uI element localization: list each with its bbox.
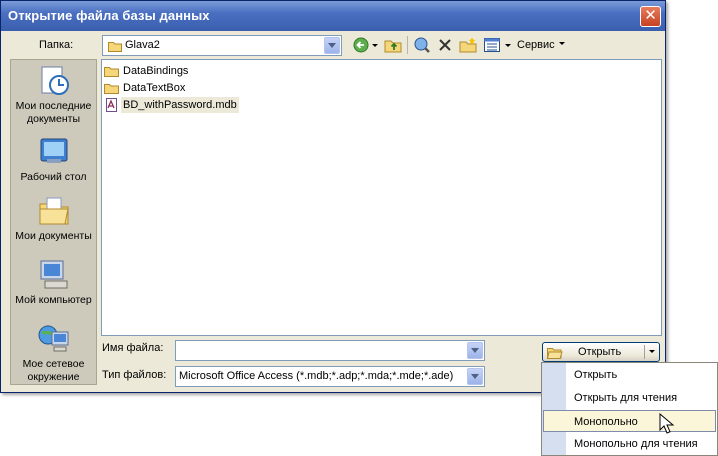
- filename-input[interactable]: [175, 340, 485, 361]
- lookin-value: Glava2: [125, 39, 160, 51]
- menu-item-label: Открыть: [574, 369, 618, 381]
- file-name: BD_withPassword.mdb: [121, 97, 239, 113]
- place-network-label: Мое сетевое окружение: [22, 358, 85, 383]
- mouse-cursor-icon: [659, 413, 675, 434]
- menu-item-label: Открыть для чтения: [574, 392, 678, 404]
- place-my-documents[interactable]: Мои документы: [11, 194, 96, 243]
- my-computer-icon: [40, 260, 67, 289]
- lookin-combo[interactable]: Glava2: [102, 35, 342, 56]
- menu-item-open-exclusive[interactable]: Монопольно: [543, 410, 716, 432]
- place-my-computer[interactable]: Мой компьютер: [11, 258, 96, 307]
- new-folder-icon[interactable]: [459, 36, 477, 54]
- place-recent-label: Мои последние документы: [15, 100, 92, 125]
- up-folder-icon[interactable]: [384, 36, 402, 54]
- menu-item-label: Монопольно: [574, 416, 638, 428]
- place-my-computer-label: Мой компьютер: [15, 294, 92, 306]
- open-button-label: Открыть: [578, 346, 622, 358]
- place-network[interactable]: Мое сетевое окружение: [11, 322, 96, 384]
- folder-icon: [108, 42, 122, 52]
- access-database-icon: [106, 98, 117, 112]
- menu-item-open-exclusive-read-only[interactable]: Монопольно для чтения: [543, 433, 716, 455]
- lookin-label: Папка:: [39, 39, 74, 51]
- filetype-dropdown-button[interactable]: [467, 368, 483, 385]
- filename-dropdown-button[interactable]: [467, 342, 483, 359]
- delete-icon[interactable]: [437, 36, 453, 54]
- lookin-dropdown-button[interactable]: [324, 37, 340, 54]
- filetype-value: Microsoft Office Access (*.mdb;*.adp;*.m…: [179, 370, 454, 382]
- back-icon[interactable]: [352, 36, 370, 54]
- place-recent-documents[interactable]: Мои последние документы: [11, 64, 96, 126]
- menu-item-open[interactable]: Открыть: [543, 364, 716, 386]
- recent-documents-icon: [41, 66, 69, 95]
- tools-dropdown-icon[interactable]: [504, 36, 512, 54]
- file-list[interactable]: DataBindings DataTextBox BD_withPassword…: [101, 59, 662, 336]
- filename-label: Имя файла:: [102, 342, 164, 354]
- close-icon: ✕: [644, 7, 657, 24]
- menu-item-label: Монопольно для чтения: [574, 438, 698, 450]
- search-web-icon[interactable]: [413, 36, 431, 54]
- open-folder-icon: [547, 348, 563, 359]
- window-title: Открытие файла базы данных: [8, 8, 210, 23]
- my-documents-icon: [39, 197, 69, 225]
- tools-menu[interactable]: Сервис: [517, 39, 566, 51]
- views-icon[interactable]: [483, 36, 501, 54]
- split-separator: [644, 345, 645, 359]
- place-desktop[interactable]: Рабочий стол: [11, 135, 96, 184]
- dropdown-arrow-icon[interactable]: [371, 36, 379, 54]
- open-button[interactable]: Открыть: [542, 342, 660, 362]
- close-button[interactable]: ✕: [640, 6, 661, 27]
- file-name: DataTextBox: [123, 82, 186, 94]
- title-bar[interactable]: Открытие файла базы данных ✕: [1, 1, 665, 31]
- folder-icon: [104, 84, 119, 94]
- open-dropdown-arrow-icon[interactable]: [648, 349, 656, 355]
- open-options-menu: Открыть Открыть для чтения Монопольно Мо…: [541, 362, 718, 456]
- desktop-icon: [40, 138, 67, 163]
- place-desktop-label: Рабочий стол: [20, 171, 87, 183]
- filetype-label: Тип файлов:: [102, 369, 167, 381]
- tools-arrow-icon: [558, 42, 565, 45]
- filetype-select[interactable]: Microsoft Office Access (*.mdb;*.adp;*.m…: [175, 366, 485, 387]
- menu-item-open-read-only[interactable]: Открыть для чтения: [543, 387, 716, 409]
- place-my-documents-label: Мои документы: [15, 230, 92, 242]
- file-name: DataBindings: [123, 65, 189, 77]
- tools-label: Сервис: [517, 39, 555, 51]
- open-database-dialog: Открытие файла базы данных ✕ Папка: Glav…: [0, 0, 666, 393]
- places-bar: Мои последние документы Рабочий стол Мои…: [10, 59, 97, 385]
- network-places-icon: [38, 325, 68, 352]
- folder-icon: [104, 67, 119, 77]
